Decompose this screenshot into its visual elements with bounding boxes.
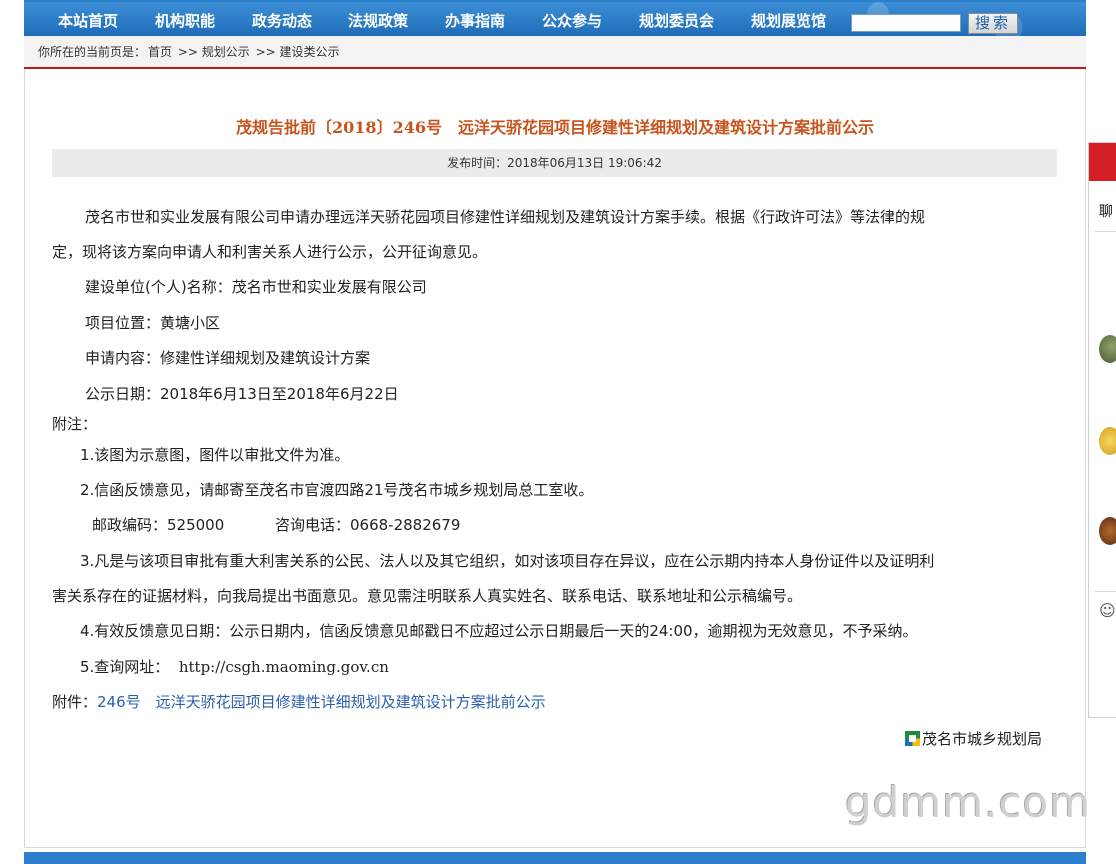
attachment-link[interactable]: 246号 远洋天骄花园项目修建性详细规划及建筑设计方案批前公示 bbox=[97, 693, 546, 711]
side-widget-header[interactable] bbox=[1089, 143, 1116, 181]
nav-item-committee[interactable]: 规划委员会 bbox=[639, 10, 714, 31]
chat-avatar-1[interactable] bbox=[1099, 335, 1116, 363]
note-2: 2.信函反馈意见，请邮寄至茂名市官渡四路21号茂名市城乡规划局总工室收。 bbox=[80, 481, 594, 499]
signature: 茂名市城乡规划局 bbox=[905, 728, 1042, 749]
attachment-label: 附件： bbox=[52, 693, 98, 711]
watermark: gdmm.com bbox=[845, 778, 1092, 827]
note-4: 4.有效反馈意见日期：公示日期内，信函反馈意见邮戳日不应超过公示日期最后一天的2… bbox=[80, 622, 918, 640]
notes-label: 附注： bbox=[52, 415, 98, 433]
nav-item-news[interactable]: 政务动态 bbox=[252, 10, 312, 31]
attachment: 附件：246号 远洋天骄花园项目修建性详细规划及建筑设计方案批前公示 bbox=[52, 685, 546, 720]
bottom-bar bbox=[24, 852, 1086, 864]
nav-item-public[interactable]: 公众参与 bbox=[542, 10, 602, 31]
breadcrumb-home[interactable]: 首页 bbox=[148, 45, 172, 59]
note-3-line2: 害关系存在的证据材料，向我局提出书面意见。意见需注明联系人真实姓名、联系电话、联… bbox=[52, 587, 803, 605]
side-chat-widget[interactable]: 聊 ☺ bbox=[1088, 142, 1116, 718]
project-location: 项目位置：黄塘小区 bbox=[85, 314, 221, 332]
nav-item-guide[interactable]: 办事指南 bbox=[445, 10, 505, 31]
top-nav-bar: 本站首页 机构职能 政务动态 法规政策 办事指南 公众参与 规划委员会 规划展览… bbox=[24, 0, 1086, 38]
publicity-period: 公示日期：2018年6月13日至2018年6月22日 bbox=[85, 385, 399, 403]
nav-item-institution[interactable]: 机构职能 bbox=[155, 10, 215, 31]
chat-avatar-2[interactable] bbox=[1099, 427, 1116, 455]
note-5-label: 5.查询网址： bbox=[80, 658, 170, 676]
publish-time: 发布时间：2018年06月13日 19:06:42 bbox=[52, 149, 1057, 177]
breadcrumb-planning[interactable]: >> 规划公示 bbox=[178, 45, 250, 59]
bureau-logo-icon bbox=[905, 731, 920, 746]
article-title: 茂规告批前〔2018〕246号 远洋天骄花园项目修建性详细规划及建筑设计方案批前… bbox=[236, 118, 874, 137]
application-content: 申请内容：修建性详细规划及建筑设计方案 bbox=[85, 349, 371, 367]
chat-avatar-3[interactable] bbox=[1099, 517, 1116, 545]
query-url[interactable]: http://csgh.maoming.gov.cn bbox=[179, 658, 389, 676]
search-button[interactable]: 搜索 bbox=[968, 13, 1018, 34]
postcode: 邮政编码：525000 bbox=[92, 516, 225, 534]
breadcrumb-construction[interactable]: >> 建设类公示 bbox=[256, 45, 340, 59]
side-widget-label: 聊 bbox=[1099, 204, 1113, 220]
note-5: 5.查询网址： http://csgh.maoming.gov.cn bbox=[80, 650, 389, 685]
nav-item-exhibition[interactable]: 规划展览馆 bbox=[751, 10, 826, 31]
phone: 咨询电话：0668-2882679 bbox=[275, 516, 461, 534]
note-3-line1: 3.凡是与该项目审批有重大利害关系的公民、法人以及其它组织，如对该项目存在异议，… bbox=[80, 552, 935, 570]
emoji-icon[interactable]: ☺ bbox=[1099, 601, 1116, 620]
side-divider-2 bbox=[1095, 591, 1116, 592]
nav-item-home[interactable]: 本站首页 bbox=[58, 10, 118, 31]
note-1: 1.该图为示意图，图件以审批文件为准。 bbox=[80, 446, 350, 464]
construction-unit: 建设单位(个人)名称：茂名市世和实业发展有限公司 bbox=[85, 278, 427, 296]
side-divider bbox=[1095, 231, 1116, 232]
nav-item-policy[interactable]: 法规政策 bbox=[348, 10, 408, 31]
signature-text: 茂名市城乡规划局 bbox=[922, 730, 1043, 748]
para1-line2: 定，现将该方案向申请人和利害关系人进行公示，公开征询意见。 bbox=[52, 243, 488, 261]
search-input[interactable] bbox=[851, 14, 961, 32]
breadcrumb-prefix: 你所在的当前页是： bbox=[38, 45, 147, 59]
para1-line1: 茂名市世和实业发展有限公司申请办理远洋天骄花园项目修建性详细规划及建筑设计方案手… bbox=[85, 208, 926, 226]
breadcrumb: 你所在的当前页是： 首页 >> 规划公示 >> 建设类公示 bbox=[24, 36, 1086, 69]
